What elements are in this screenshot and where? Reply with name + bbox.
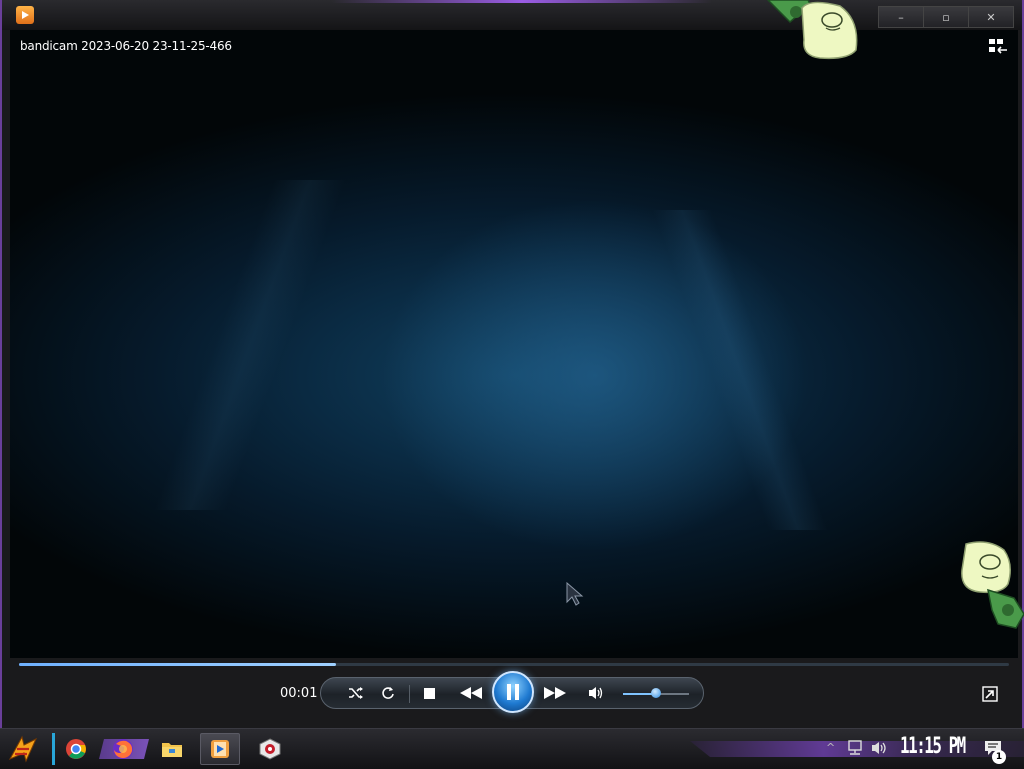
playback-controls	[320, 671, 704, 713]
stop-icon	[423, 687, 435, 699]
switch-to-compact-mode-icon[interactable]	[982, 686, 998, 702]
peridot-sticker-top	[766, 0, 858, 60]
network-icon[interactable]	[846, 740, 864, 756]
show-hidden-icons-chevron-icon[interactable]: ^	[826, 741, 835, 754]
stop-button[interactable]	[417, 678, 441, 708]
taskbar-separator	[52, 733, 55, 765]
pause-button[interactable]	[492, 671, 534, 713]
shuffle-icon	[349, 687, 363, 699]
speaker-icon	[589, 687, 603, 699]
maximize-button[interactable]: ▫	[923, 6, 969, 28]
previous-button[interactable]	[451, 678, 491, 708]
volume-tray-icon[interactable]	[871, 740, 889, 756]
controls-divider	[409, 685, 410, 703]
minimize-button[interactable]: –	[878, 6, 924, 28]
bandicam-icon	[259, 738, 281, 760]
rewind-icon	[460, 687, 482, 699]
chrome-taskbar-button[interactable]	[56, 733, 96, 765]
taskbar: ^ 11:15 PM 1	[0, 728, 1024, 769]
start-button[interactable]	[6, 733, 40, 765]
shuffle-button[interactable]	[343, 678, 369, 708]
mute-button[interactable]	[585, 678, 607, 708]
start-logo-icon	[8, 735, 38, 763]
repeat-button[interactable]	[375, 678, 401, 708]
taskbar-clock[interactable]: 11:15 PM	[900, 734, 966, 759]
peridot-sticker-bottom	[961, 541, 1024, 629]
media-player-window: – ▫ ✕ bandicam 2023-06-20 23-11-25-466 0…	[0, 0, 1024, 728]
bandicam-taskbar-button[interactable]	[250, 733, 290, 765]
media-player-icon	[211, 740, 229, 758]
mouse-cursor-icon	[566, 582, 584, 606]
repeat-icon	[382, 687, 394, 699]
next-button[interactable]	[535, 678, 575, 708]
media-player-taskbar-button[interactable]	[200, 733, 240, 765]
video-area[interactable]: bandicam 2023-06-20 23-11-25-466	[10, 30, 1018, 658]
title-bar-glow	[332, 0, 712, 3]
chrome-icon	[66, 739, 86, 759]
bandicam-watermark: bandicam 2023-06-20 23-11-25-466	[20, 39, 232, 53]
notification-count-badge: 1	[992, 750, 1006, 764]
fast-forward-icon	[544, 687, 566, 699]
volume-slider[interactable]	[623, 688, 689, 698]
window-controls: – ▫ ✕	[878, 6, 1014, 28]
light-beam	[650, 210, 830, 530]
switch-to-library-icon[interactable]	[988, 38, 1008, 54]
seek-bar[interactable]	[19, 663, 1009, 666]
light-beam	[130, 180, 370, 510]
folder-icon	[162, 743, 182, 757]
volume-slider-thumb[interactable]	[651, 688, 661, 698]
firefox-taskbar-button[interactable]	[103, 733, 143, 765]
pause-icon	[507, 684, 519, 700]
seek-bar-progress	[19, 663, 336, 666]
file-explorer-taskbar-button[interactable]	[152, 733, 192, 765]
elapsed-time: 00:01	[280, 686, 318, 701]
media-player-app-icon[interactable]	[16, 6, 34, 24]
firefox-icon	[113, 739, 133, 759]
close-button[interactable]: ✕	[968, 6, 1014, 28]
